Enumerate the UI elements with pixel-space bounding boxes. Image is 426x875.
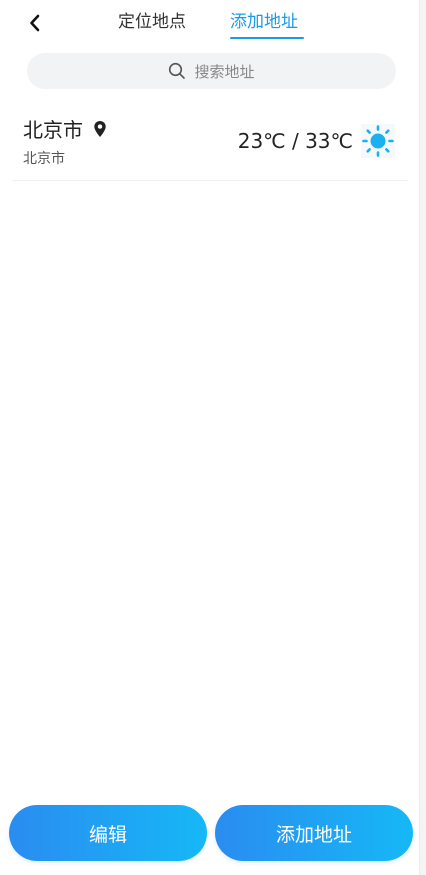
search-input[interactable]: 搜索地址 xyxy=(27,53,396,89)
tab-add-address[interactable]: 添加地址 xyxy=(230,10,298,34)
search-icon xyxy=(168,62,186,80)
tab-bar: 定位地点 添加地址 xyxy=(0,0,420,46)
location-name: 北京市 xyxy=(23,118,83,142)
sun-icon xyxy=(361,124,395,158)
location-list-item[interactable]: 北京市 北京市 23℃ / 33℃ xyxy=(12,108,408,181)
tab-locate-place[interactable]: 定位地点 xyxy=(118,10,186,34)
add-address-button[interactable]: 添加地址 xyxy=(215,805,413,861)
temperature-range: 23℃ / 33℃ xyxy=(237,129,353,153)
search-placeholder: 搜索地址 xyxy=(194,62,255,81)
location-subtitle: 北京市 xyxy=(23,151,65,167)
search-input-content: 搜索地址 xyxy=(168,61,255,82)
edit-button[interactable]: 编辑 xyxy=(9,805,207,861)
location-pin-icon xyxy=(94,121,106,137)
edge-strip xyxy=(420,0,426,875)
location-manager-screen: 定位地点 添加地址 搜索地址 北京市 北京市 23℃ / 33℃ 编辑 添加地址 xyxy=(0,0,420,875)
active-tab-indicator xyxy=(230,37,304,39)
